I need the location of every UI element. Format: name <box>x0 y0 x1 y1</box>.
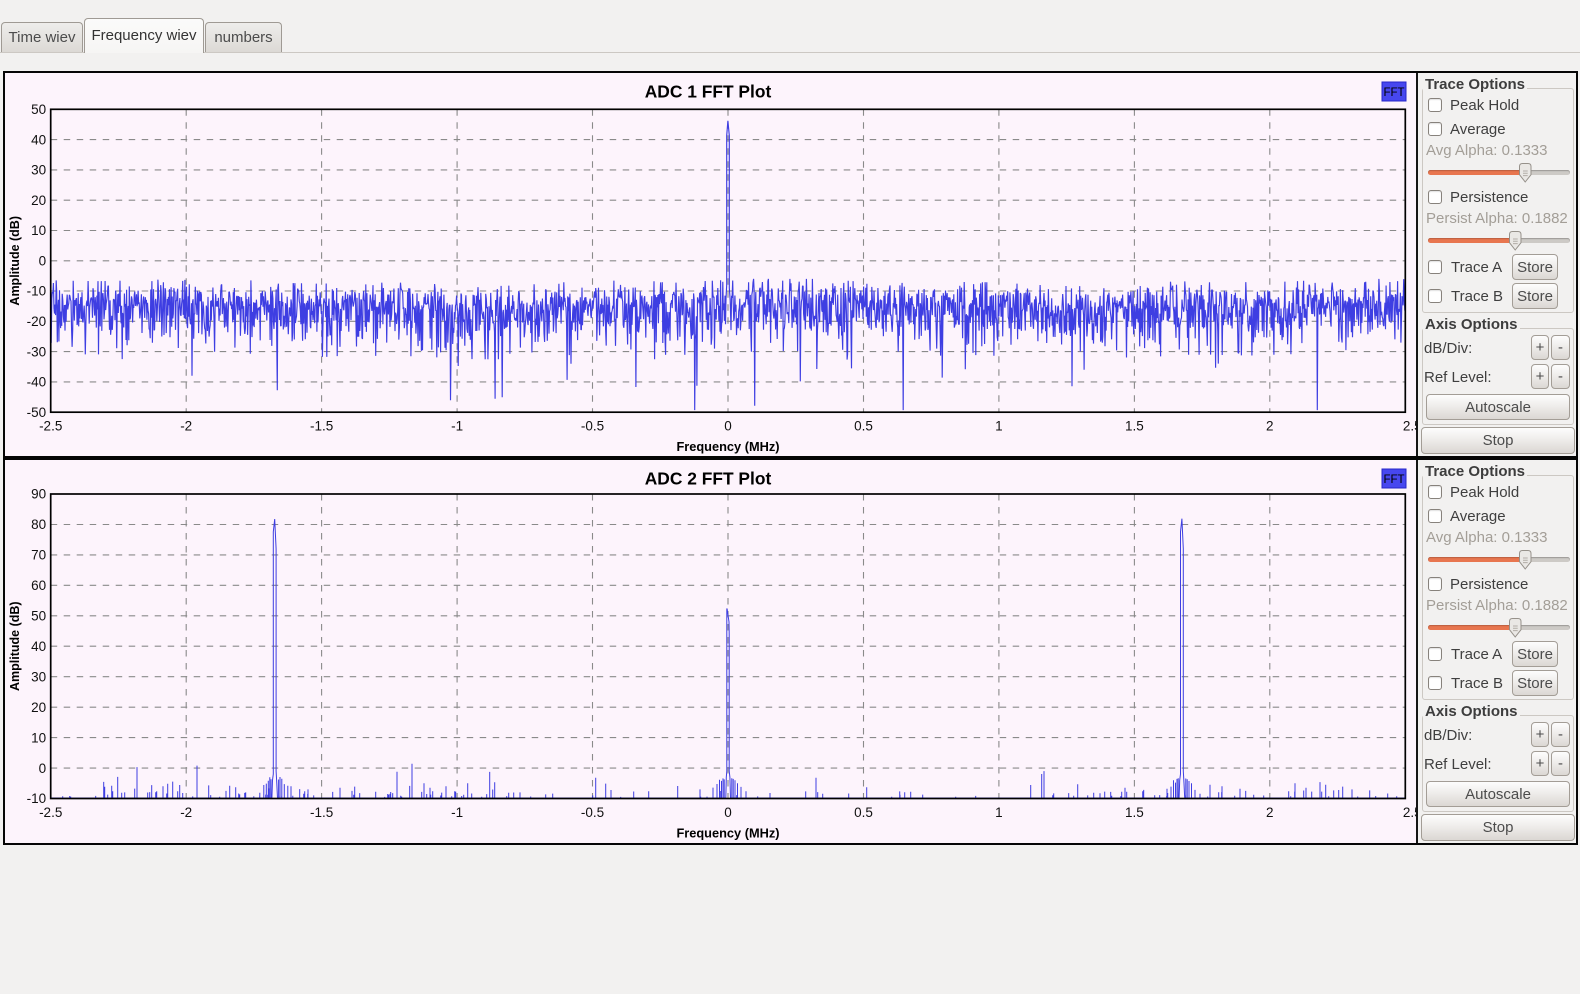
svg-text:30: 30 <box>31 163 46 178</box>
svg-text:70: 70 <box>31 548 46 563</box>
svg-text:-40: -40 <box>27 375 47 390</box>
svg-text:-2: -2 <box>180 805 192 820</box>
svg-text:-0.5: -0.5 <box>581 805 604 820</box>
svg-text:0: 0 <box>724 805 732 820</box>
svg-text:-20: -20 <box>27 314 47 329</box>
svg-text:40: 40 <box>31 132 46 147</box>
svg-text:FFT: FFT <box>1383 87 1404 99</box>
svg-text:1.5: 1.5 <box>1125 419 1144 434</box>
svg-text:0.5: 0.5 <box>854 805 873 820</box>
svg-text:1.5: 1.5 <box>1125 805 1144 820</box>
svg-text:0: 0 <box>39 761 47 776</box>
svg-text:ADC 1 FFT Plot: ADC 1 FFT Plot <box>645 82 772 102</box>
svg-text:60: 60 <box>31 578 46 593</box>
svg-text:20: 20 <box>31 700 46 715</box>
svg-text:-30: -30 <box>27 344 47 359</box>
svg-text:0: 0 <box>39 253 47 268</box>
svg-text:80: 80 <box>31 517 46 532</box>
svg-text:-50: -50 <box>27 405 47 420</box>
svg-text:10: 10 <box>31 223 46 238</box>
svg-text:FFT: FFT <box>1383 474 1404 486</box>
svg-text:1: 1 <box>995 805 1003 820</box>
svg-text:-1.5: -1.5 <box>310 805 333 820</box>
svg-text:0.5: 0.5 <box>854 419 873 434</box>
svg-text:30: 30 <box>31 669 46 684</box>
svg-text:-1.5: -1.5 <box>310 419 333 434</box>
svg-text:40: 40 <box>31 639 46 654</box>
svg-text:Amplitude (dB): Amplitude (dB) <box>8 216 22 306</box>
svg-text:Frequency (MHz): Frequency (MHz) <box>676 439 779 454</box>
svg-text:90: 90 <box>31 487 46 502</box>
svg-text:Frequency (MHz): Frequency (MHz) <box>676 826 779 841</box>
svg-text:-2.5: -2.5 <box>39 805 62 820</box>
svg-text:-1: -1 <box>451 805 463 820</box>
svg-text:1: 1 <box>995 419 1003 434</box>
svg-text:-10: -10 <box>27 791 47 806</box>
svg-text:-2: -2 <box>180 419 192 434</box>
svg-text:2: 2 <box>1266 805 1274 820</box>
svg-text:2.5: 2.5 <box>1403 419 1416 434</box>
svg-text:50: 50 <box>31 609 46 624</box>
svg-text:-0.5: -0.5 <box>581 419 604 434</box>
svg-text:Amplitude (dB): Amplitude (dB) <box>8 601 22 691</box>
svg-text:-10: -10 <box>27 284 47 299</box>
svg-text:-1: -1 <box>451 419 463 434</box>
svg-text:ADC 2 FFT Plot: ADC 2 FFT Plot <box>645 469 772 489</box>
svg-text:2: 2 <box>1266 419 1274 434</box>
svg-text:10: 10 <box>31 730 46 745</box>
svg-text:20: 20 <box>31 193 46 208</box>
svg-text:50: 50 <box>31 102 46 117</box>
svg-text:-2.5: -2.5 <box>39 419 62 434</box>
svg-text:2.5: 2.5 <box>1403 805 1416 820</box>
svg-text:0: 0 <box>724 419 732 434</box>
